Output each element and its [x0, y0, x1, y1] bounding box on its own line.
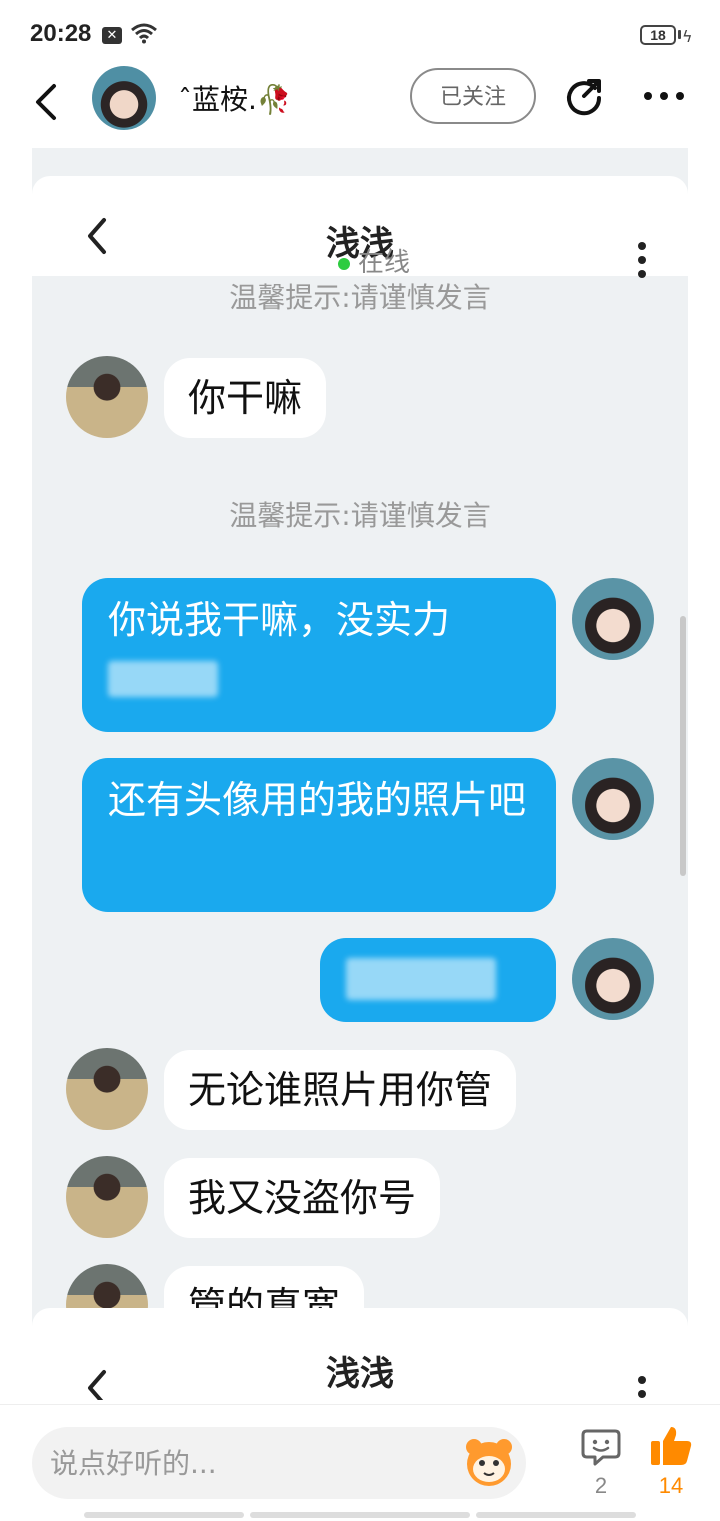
chat-header-repeat: 浅浅 [32, 1308, 688, 1400]
tip-text: 温馨提示:请谨慎发言 [229, 499, 491, 532]
like-button[interactable]: 14 [646, 1425, 696, 1509]
message-bubble-out-blurred [320, 938, 556, 1022]
author-name[interactable]: ˆ蓝桉.🥀 [178, 78, 292, 118]
bottom-bar: 2 14 [0, 1404, 720, 1521]
more-icon[interactable] [640, 80, 688, 112]
message-bubble-out: 你说我干嘛，没实力 [82, 578, 556, 732]
self-avatar [572, 758, 654, 840]
self-avatar [572, 578, 654, 660]
no-sim-icon: ✕ [102, 27, 122, 44]
post-image[interactable]: 浅浅 在线 温馨提示:请谨慎发言 你干嘛 温馨提示:请谨慎发言 你说我干嘛，没实… [32, 148, 688, 1400]
blurred-text [108, 660, 218, 697]
blurred-text [346, 958, 496, 1000]
status-bar: 20:28 ✕ 18 ϟ [0, 0, 720, 62]
post-header: ˆ蓝桉.🥀 已关注 [0, 62, 720, 142]
comment-button[interactable]: 2 [578, 1427, 624, 1507]
tip-text: 温馨提示:请谨慎发言 [229, 281, 491, 314]
chat-contact-name: 浅浅 [326, 1354, 394, 1394]
author-avatar[interactable] [92, 66, 156, 130]
chat-status: 在线 [338, 242, 410, 279]
wifi-icon [131, 23, 157, 44]
gesture-bar-segment [84, 1512, 244, 1518]
other-avatar [66, 1048, 148, 1130]
comment-icon [581, 1429, 621, 1466]
thumbs-up-icon [651, 1427, 692, 1465]
follow-button[interactable]: 已关注 [410, 68, 536, 124]
share-icon[interactable] [562, 74, 606, 118]
scrollbar [680, 616, 686, 876]
other-avatar [66, 1156, 148, 1238]
comment-input[interactable] [32, 1427, 526, 1499]
other-avatar [66, 356, 148, 438]
battery-icon: 18 [640, 25, 676, 45]
back-icon[interactable] [28, 80, 68, 124]
like-count: 14 [658, 1473, 684, 1498]
message-bubble-in: 你干嘛 [164, 358, 327, 438]
message-bubble-in: 无论谁照片用你管 [164, 1050, 517, 1130]
self-avatar [572, 938, 654, 1020]
charging-icon: ϟ [682, 27, 693, 46]
gesture-bar-segment [250, 1512, 470, 1518]
online-dot [338, 257, 350, 270]
message-bubble-out: 还有头像用的我的照片吧 [82, 758, 556, 912]
chat-more-icon [638, 1376, 646, 1398]
comment-count: 2 [594, 1473, 608, 1498]
message-bubble-in: 我又没盗你号 [164, 1158, 441, 1238]
gesture-bar-segment [476, 1512, 636, 1518]
emoji-icon[interactable] [462, 1435, 516, 1489]
battery-tip [678, 30, 681, 39]
status-time: 20:28 [30, 20, 92, 47]
chat-more-icon [638, 242, 646, 278]
